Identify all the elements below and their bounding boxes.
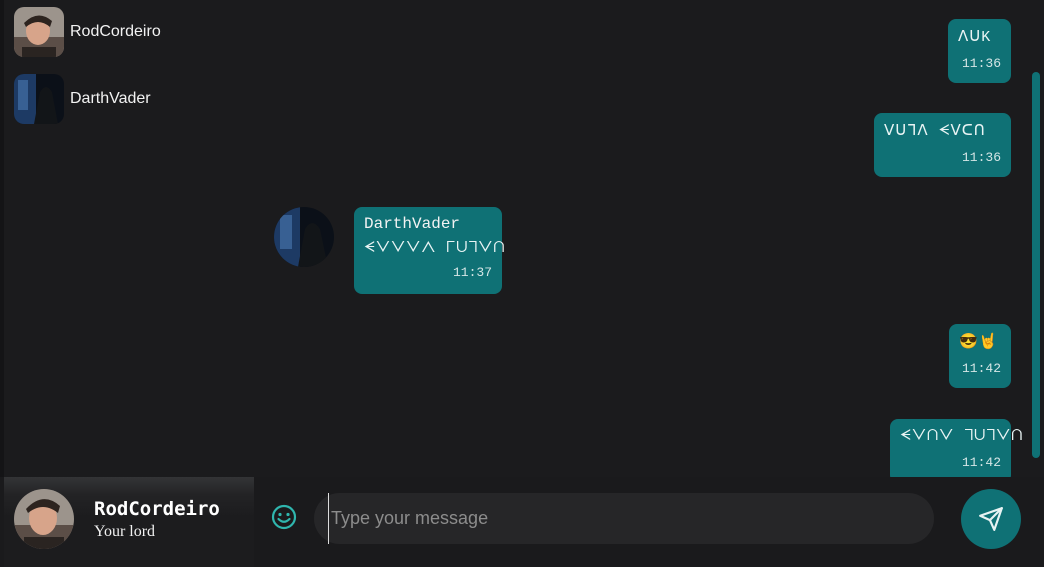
- message-time: 11:37: [452, 265, 492, 280]
- message-input[interactable]: [328, 493, 918, 544]
- message-text: ᗕᐯᑎᐯ ᒣᑌᒣᐯᑎ: [900, 428, 1024, 445]
- message-time: 11:42: [961, 455, 1001, 470]
- smiley-face-icon: [271, 504, 297, 530]
- message-time: 11:36: [961, 150, 1001, 165]
- message-sender: DarthVader: [364, 215, 461, 233]
- message-time: 11:42: [961, 361, 1001, 376]
- message-text: ᗕᐯᐯᐯᐱ ᒥᑌᒣᐯᑎ: [364, 240, 506, 257]
- contact-name: DarthVader: [70, 90, 151, 107]
- send-button[interactable]: [961, 489, 1021, 549]
- contact-list: RodCordeiro DarthVader: [4, 0, 254, 477]
- sender-avatar: [274, 207, 334, 267]
- avatar: [14, 74, 64, 124]
- avatar: [14, 7, 64, 57]
- message-bubble: ᐯᑌᒣᐱ ᗕᐯᑕᑎ 11:36: [874, 113, 1011, 177]
- message-bubble: 😎🤘 11:42: [949, 324, 1011, 388]
- message-input-container: [314, 493, 934, 544]
- profile-name: RodCordeiro: [94, 498, 220, 520]
- paper-plane-icon: [979, 507, 1003, 531]
- chat-area[interactable]: ᐱᑌK 11:36 ᐯᑌᒣᐱ ᗕᐯᑕᑎ 11:36 DarthVader ᗕᐯᐯ…: [254, 0, 1044, 477]
- message-bubble: DarthVader ᗕᐯᐯᐯᐱ ᒥᑌᒣᐯᑎ 11:37: [354, 207, 506, 294]
- message-text: ᐯᑌᒣᐱ ᗕᐯᑕᑎ: [884, 123, 986, 140]
- message-time: 11:36: [961, 56, 1001, 71]
- contact-item-rodcordeiro[interactable]: RodCordeiro: [14, 7, 161, 57]
- current-user-profile: RodCordeiro Your lord: [4, 477, 254, 567]
- contact-name: RodCordeiro: [70, 23, 161, 40]
- message-bubble: ᐱᑌK 11:36: [948, 19, 1011, 83]
- message-text: 😎🤘: [959, 334, 999, 351]
- message-bubble: ᗕᐯᑎᐯ ᒣᑌᒣᐯᑎ 11:42: [890, 419, 1024, 477]
- avatar: [14, 489, 74, 549]
- profile-status: Your lord: [94, 523, 156, 540]
- message-text: ᐱᑌK: [958, 29, 992, 46]
- scrollbar[interactable]: [1032, 72, 1040, 458]
- contact-item-darthvader[interactable]: DarthVader: [14, 74, 151, 124]
- emoji-button[interactable]: [270, 503, 298, 531]
